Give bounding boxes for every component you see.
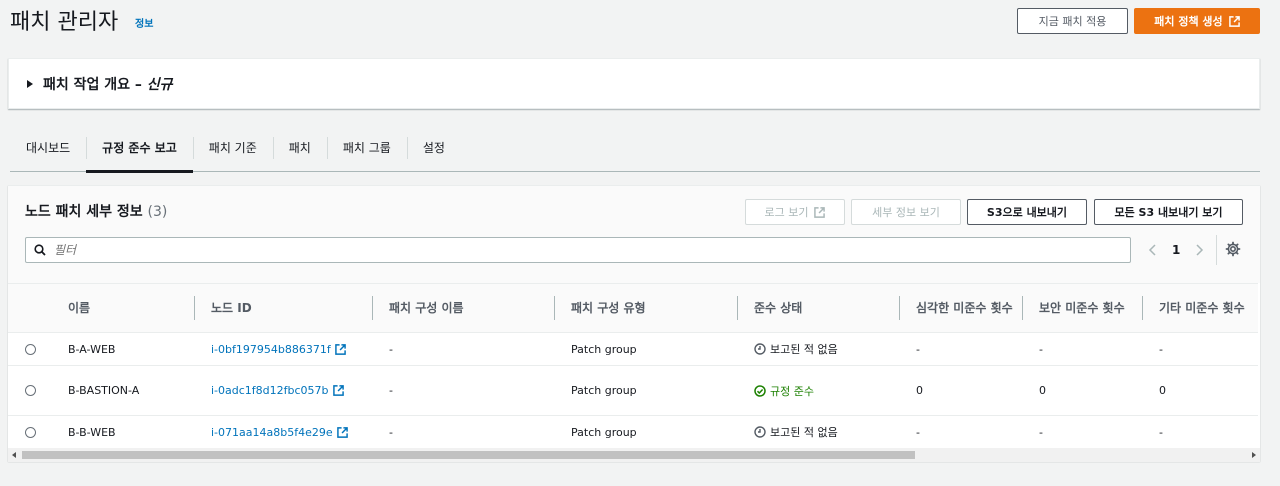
column-divider[interactable] [372,296,373,320]
column-divider[interactable] [899,296,900,320]
compliance-status: 보고된 적 없음 [754,333,838,365]
other-count: - [1159,425,1163,439]
new-badge: 신규 [146,76,173,93]
other-count: 0 [1159,384,1166,397]
column-divider[interactable] [554,296,555,320]
create-patch-policy-label: 패치 정책 생성 [1154,15,1223,28]
chevron-right-icon[interactable] [1194,244,1204,256]
column-divider[interactable] [1142,296,1143,320]
critical-count: - [916,425,920,439]
panel-header: 노드 패치 세부 정보 (3) 로그 보기 세부 정보 보기 S3으로 내보내기… [8,186,1260,283]
table-row[interactable]: B-B-WEB i-071aa14a8b5f4e29e - Patch grou… [8,416,1258,448]
column-header-node-id[interactable]: 노드 ID [211,284,252,332]
security-count: - [1039,342,1043,356]
view-logs-button[interactable]: 로그 보기 [745,199,845,225]
node-id-link[interactable]: i-0bf197954b886371f [211,333,346,365]
patch-overview-section[interactable]: 패치 작업 개요 – 신규 [8,58,1260,109]
node-name: B-B-WEB [68,425,116,439]
config-name: - [389,425,393,439]
column-header-critical-noncompliant[interactable]: 심각한 미준수 횟수 [916,284,1024,332]
node-count: (3) [147,204,168,220]
node-name: B-A-WEB [68,342,116,356]
tab-patches[interactable]: 패치 [272,124,327,172]
config-type: Patch group [571,384,637,397]
apply-patch-now-label: 지금 패치 적용 [1038,15,1107,28]
external-link-icon [332,385,344,396]
scroll-left-arrow-icon[interactable] [12,452,16,458]
column-header-name[interactable]: 이름 [68,284,90,332]
panel-title: 노드 패치 세부 정보 (3) [25,204,168,220]
overview-title: 패치 작업 개요 – 신규 [43,76,173,93]
scroll-right-arrow-icon[interactable] [1252,452,1256,458]
table-header: 이름 노드 ID 패치 구성 이름 패치 구성 유형 준수 상태 심각한 미준수… [8,283,1258,333]
column-header-other-noncompliant[interactable]: 기타 미준수 횟수 [1159,284,1245,332]
node-id-link[interactable]: i-071aa14a8b5f4e29e [211,416,348,448]
tab-compliance-report[interactable]: 규정 준수 보고 [86,124,193,173]
clock-icon [754,426,766,438]
config-type: Patch group [571,342,637,356]
security-count: 0 [1039,384,1046,397]
column-divider[interactable] [737,296,738,320]
external-link-icon [334,343,346,355]
apply-patch-now-button[interactable]: 지금 패치 적용 [1017,8,1128,34]
tab-bar: 대시보드 규정 준수 보고 패치 기준 패치 패치 그룹 설정 [10,124,1260,173]
create-patch-policy-button[interactable]: 패치 정책 생성 [1134,8,1260,34]
row-select-radio[interactable] [25,385,36,396]
caret-right-icon [27,79,33,88]
filter-box [25,237,1131,263]
tab-patch-baselines[interactable]: 패치 기준 [192,124,273,172]
node-patch-details-panel: 노드 패치 세부 정보 (3) 로그 보기 세부 정보 보기 S3으로 내보내기… [8,185,1260,462]
other-count: - [1159,342,1163,356]
row-select-radio[interactable] [25,343,36,355]
external-link-icon [814,206,826,218]
column-header-config-name[interactable]: 패치 구성 이름 [389,284,464,332]
table-row[interactable]: B-A-WEB i-0bf197954b886371f - Patch grou… [8,333,1258,366]
column-divider[interactable] [194,296,195,320]
table-row[interactable]: B-BASTION-A i-0adc1f8d12fbc057b - Patch … [8,366,1258,416]
pagination: 1 [1148,237,1204,263]
info-link[interactable]: 정보 [135,15,153,30]
export-to-s3-button[interactable]: S3으로 내보내기 [967,199,1087,225]
compliance-status: 보고된 적 없음 [754,416,838,448]
external-link-icon [1228,15,1240,27]
row-select-radio[interactable] [25,426,36,438]
page-number[interactable]: 1 [1172,243,1180,257]
clock-icon [754,343,766,355]
view-details-button[interactable]: 세부 정보 보기 [851,199,961,225]
view-all-s3-exports-button[interactable]: 모든 S3 내보내기 보기 [1094,199,1243,225]
column-header-security-noncompliant[interactable]: 보안 미준수 횟수 [1039,284,1125,332]
critical-count: - [916,342,920,356]
config-name: - [389,342,393,356]
column-header-config-type[interactable]: 패치 구성 유형 [571,284,646,332]
gear-icon[interactable] [1225,241,1241,257]
horizontal-scrollbar[interactable] [8,448,1260,462]
node-id-link[interactable]: i-0adc1f8d12fbc057b [211,366,344,415]
filter-input[interactable] [54,243,1054,257]
config-name: - [389,384,393,397]
column-header-compliance-status[interactable]: 준수 상태 [754,284,802,332]
search-icon [34,244,46,256]
security-count: - [1039,425,1043,439]
column-divider[interactable] [1022,296,1023,320]
tab-dashboard[interactable]: 대시보드 [10,124,86,172]
pager-divider [1216,235,1217,265]
page-title: 패치 관리자 [10,10,119,35]
chevron-left-icon[interactable] [1148,244,1158,256]
check-circle-icon [754,384,766,397]
tab-settings[interactable]: 설정 [406,124,461,172]
external-link-icon [336,426,348,438]
view-logs-label: 로그 보기 [764,206,809,219]
critical-count: 0 [916,384,923,397]
scrollbar-thumb[interactable] [22,451,915,459]
node-name: B-BASTION-A [68,384,140,397]
compliance-status: 규정 준수 [754,366,814,415]
config-type: Patch group [571,425,637,439]
tab-patch-groups[interactable]: 패치 그룹 [326,124,407,172]
